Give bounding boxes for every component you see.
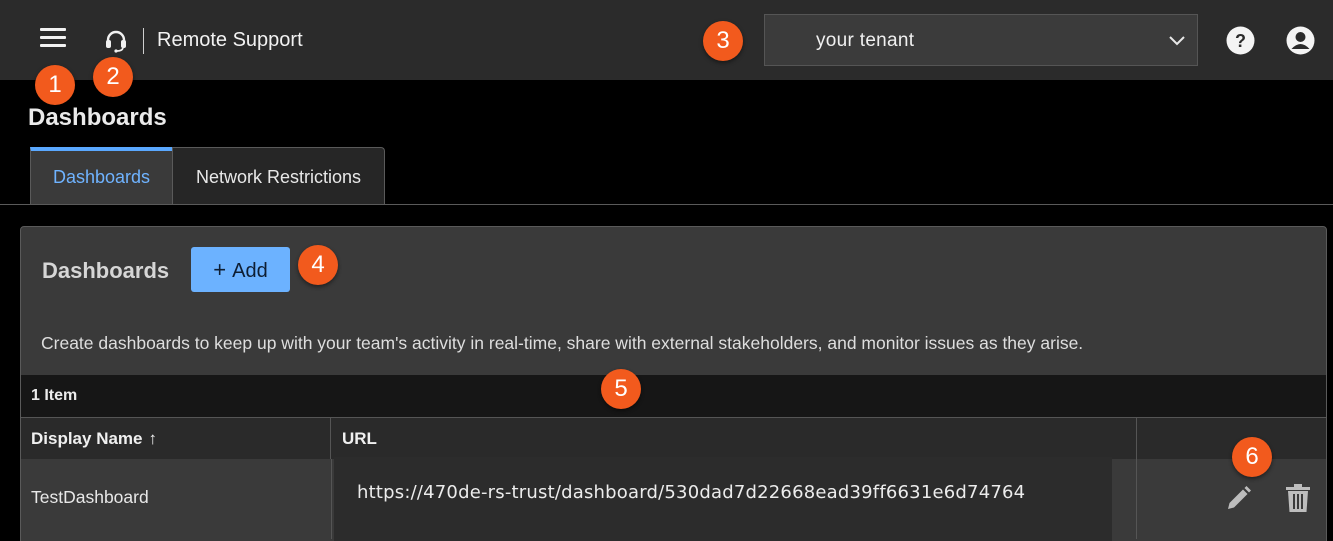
cell-url: https://470de-rs-trust/dashboard/530dad7… bbox=[357, 482, 1026, 503]
sort-arrow-up-icon: ↑ bbox=[148, 429, 158, 448]
tenant-select[interactable]: your tenant bbox=[764, 14, 1198, 66]
svg-text:?: ? bbox=[1235, 31, 1246, 51]
chevron-down-icon bbox=[1169, 36, 1185, 46]
callout-marker-4: 4 bbox=[298, 245, 338, 285]
tab-dashboards[interactable]: Dashboards bbox=[30, 147, 172, 205]
callout-marker-1: 1 bbox=[35, 65, 75, 105]
callout-marker-5: 5 bbox=[601, 369, 641, 409]
add-button-label: Add bbox=[232, 260, 268, 282]
panel-title: Dashboards bbox=[42, 258, 170, 283]
column-header-display-name[interactable]: Display Name ↑ bbox=[21, 418, 331, 459]
tabs-divider bbox=[0, 204, 1333, 205]
url-field[interactable]: https://470de-rs-trust/dashboard/530dad7… bbox=[334, 457, 1112, 541]
item-count: 1 Item bbox=[31, 387, 78, 404]
tenant-select-value: your tenant bbox=[816, 30, 915, 51]
add-dashboard-button[interactable]: + Add bbox=[191, 247, 290, 292]
panel-description: Create dashboards to keep up with your t… bbox=[41, 333, 1084, 353]
hamburger-menu-icon[interactable] bbox=[40, 28, 66, 50]
callout-marker-2: 2 bbox=[93, 57, 133, 97]
tab-network-restrictions[interactable]: Network Restrictions bbox=[172, 147, 385, 205]
table-row: TestDashboard https://470de-rs-trust/das… bbox=[21, 457, 1326, 541]
top-app-bar: Remote Support your tenant ? bbox=[0, 0, 1333, 80]
item-count-bar: 1 Item bbox=[21, 375, 1326, 417]
callout-marker-6: 6 bbox=[1232, 437, 1272, 477]
dashboards-panel: Dashboards + Add Create dashboards to kee… bbox=[20, 226, 1327, 541]
app-title-divider bbox=[143, 28, 144, 54]
app-name: Remote Support bbox=[157, 29, 303, 51]
column-header-url: URL bbox=[332, 418, 1137, 459]
callout-marker-3: 3 bbox=[703, 21, 743, 61]
column-divider bbox=[1136, 459, 1137, 539]
column-divider bbox=[331, 459, 332, 539]
edit-pencil-icon[interactable] bbox=[1223, 484, 1253, 514]
page-title: Dashboards bbox=[28, 104, 167, 131]
cell-display-name: TestDashboard bbox=[31, 487, 149, 507]
help-circle-icon[interactable]: ? bbox=[1226, 26, 1255, 55]
headset-icon bbox=[106, 30, 126, 53]
plus-icon: + bbox=[213, 257, 227, 282]
table-header: Display Name ↑ URL bbox=[21, 417, 1326, 459]
delete-trash-icon[interactable] bbox=[1285, 483, 1311, 513]
account-circle-icon[interactable] bbox=[1286, 26, 1315, 55]
column-header-display-name-label: Display Name bbox=[31, 429, 143, 448]
